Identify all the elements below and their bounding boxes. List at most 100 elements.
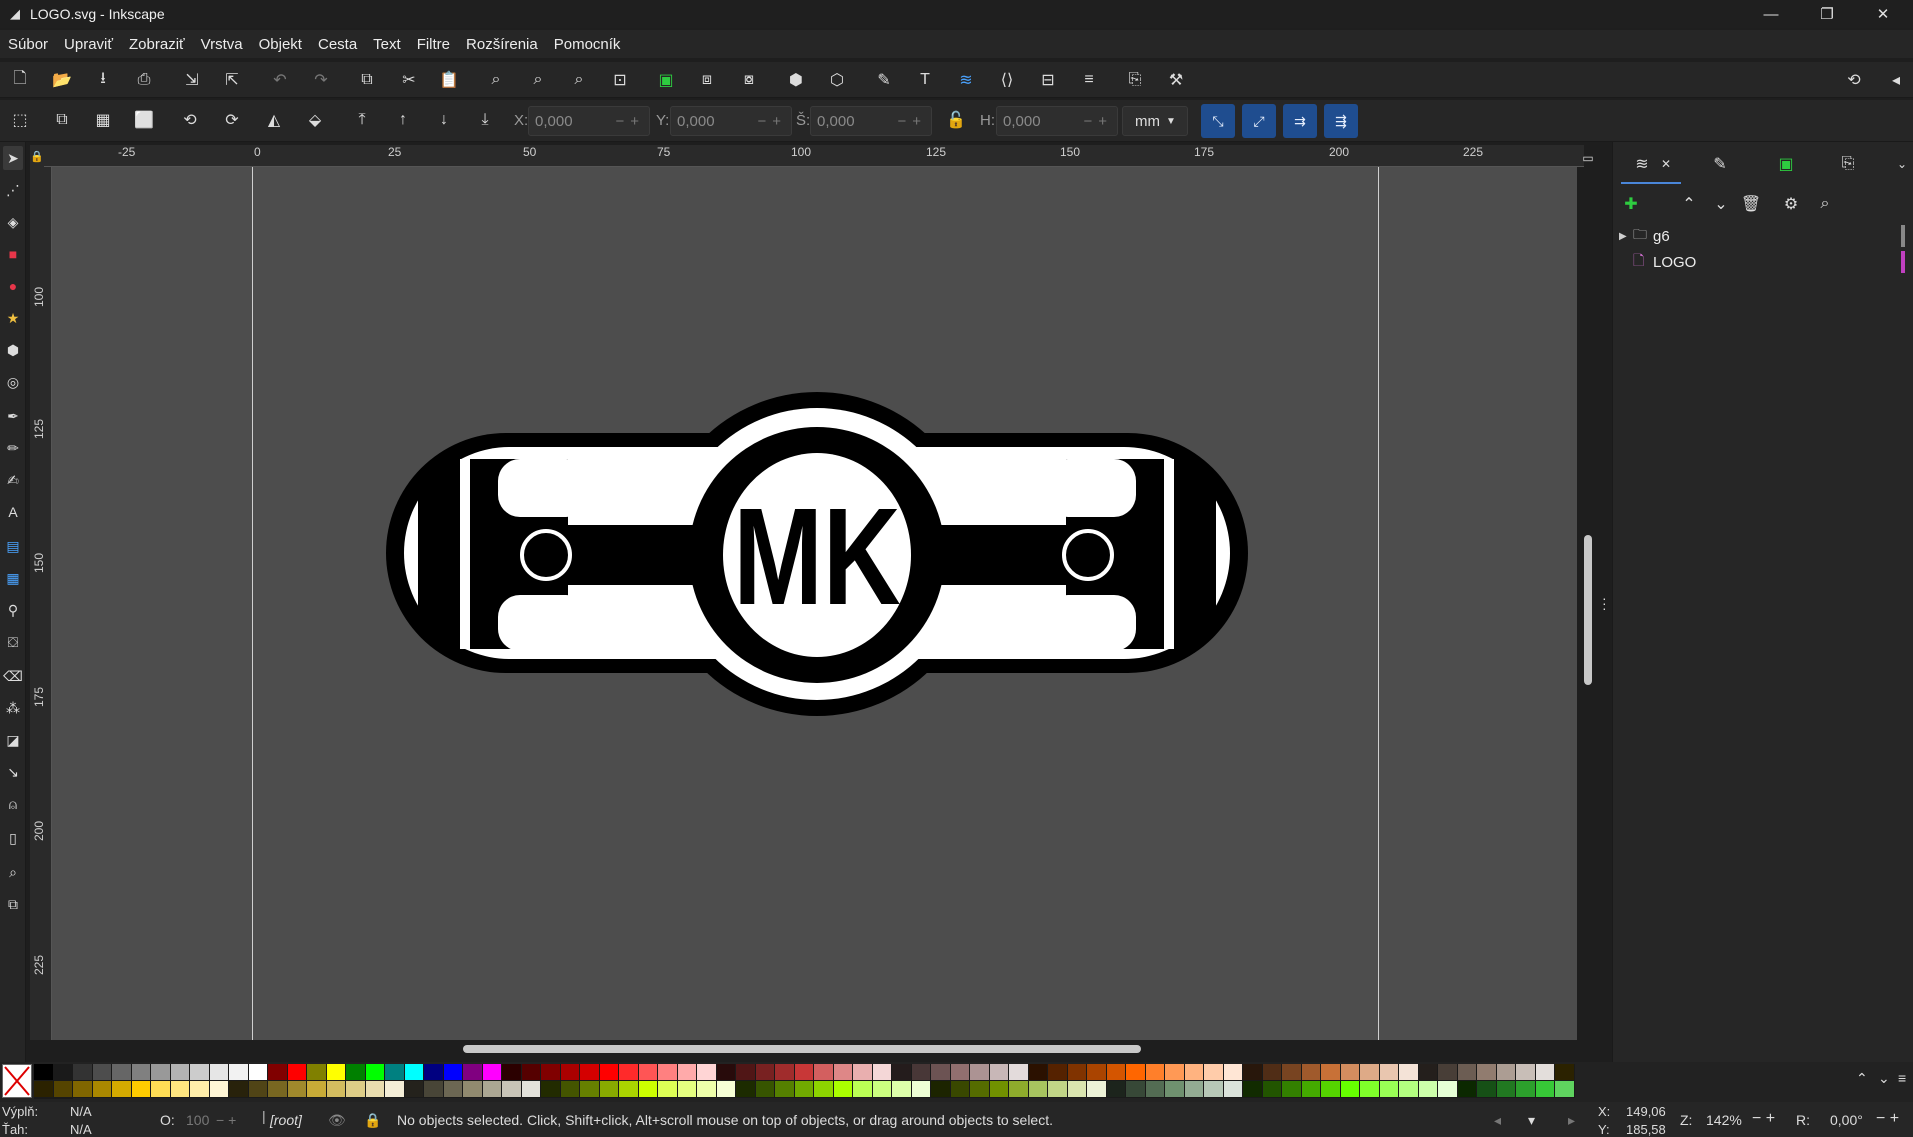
calligraphy-tool-icon[interactable]: ✍	[3, 468, 23, 492]
color-swatch[interactable]	[541, 1064, 561, 1081]
color-swatch[interactable]	[502, 1064, 522, 1081]
color-swatch[interactable]	[1496, 1064, 1516, 1081]
opacity-value[interactable]: 100	[186, 1112, 209, 1128]
undo-icon[interactable]: ↶	[266, 66, 294, 94]
selector-tool-icon[interactable]: ➤	[3, 146, 23, 170]
color-swatch[interactable]	[346, 1081, 366, 1098]
redo-icon[interactable]: ↷	[307, 66, 335, 94]
deselect-icon[interactable]: ▦	[89, 106, 117, 134]
snap-toggle-icon[interactable]: ⟲	[1840, 66, 1868, 94]
flip-vertical-icon[interactable]: ⬙	[301, 106, 329, 134]
color-swatch[interactable]	[443, 1081, 463, 1098]
color-swatch[interactable]	[1438, 1081, 1458, 1098]
color-swatch[interactable]	[1009, 1081, 1029, 1098]
color-swatch[interactable]	[1301, 1081, 1321, 1098]
box-3d-tool-icon[interactable]: ⬢	[3, 338, 23, 362]
minimize-button[interactable]: —	[1741, 0, 1801, 28]
color-swatch[interactable]	[1028, 1081, 1048, 1098]
clone-icon[interactable]: ⧈	[693, 66, 721, 94]
color-swatch[interactable]	[775, 1081, 795, 1098]
color-swatch[interactable]	[404, 1064, 424, 1081]
menu-view[interactable]: Zobraziť	[129, 36, 185, 53]
lower-icon[interactable]: ↓	[430, 106, 458, 134]
color-swatch[interactable]	[853, 1081, 873, 1098]
color-swatch[interactable]	[365, 1081, 385, 1098]
color-swatch[interactable]	[599, 1081, 619, 1098]
lock-proportions-icon[interactable]: 🔓	[942, 106, 970, 134]
flip-horizontal-icon[interactable]: ◭	[260, 106, 288, 134]
color-swatch[interactable]	[892, 1081, 912, 1098]
eraser-tool-icon[interactable]: ⌫	[3, 664, 23, 688]
pages-list-tool-icon[interactable]: ⧉	[3, 892, 23, 916]
palette-scroll-down-icon[interactable]: ⌄	[1878, 1070, 1890, 1087]
color-swatch[interactable]	[112, 1081, 132, 1098]
color-swatch[interactable]	[1067, 1081, 1087, 1098]
page-select-icon[interactable]: ▾	[1528, 1112, 1535, 1129]
color-swatch[interactable]	[1360, 1081, 1380, 1098]
close-tab-icon[interactable]: ✕	[1653, 152, 1679, 176]
color-swatch[interactable]	[307, 1064, 327, 1081]
color-swatch[interactable]	[1126, 1081, 1146, 1098]
color-swatch[interactable]	[1028, 1064, 1048, 1081]
color-swatch[interactable]	[268, 1081, 288, 1098]
color-swatch[interactable]	[1477, 1064, 1497, 1081]
document-properties-icon[interactable]: ⎘	[1121, 66, 1149, 94]
rotation-value[interactable]: 0,00°	[1830, 1112, 1863, 1128]
node-tool-icon[interactable]: ⋰	[3, 178, 23, 202]
color-swatch[interactable]	[1438, 1064, 1458, 1081]
color-swatch[interactable]	[463, 1064, 483, 1081]
zoom-selection-icon[interactable]: ⌕	[482, 66, 510, 94]
color-swatch[interactable]	[521, 1064, 541, 1081]
menu-help[interactable]: Pomocník	[554, 36, 621, 53]
height-field[interactable]: 0,000 −+	[996, 106, 1118, 136]
color-swatch[interactable]	[34, 1064, 54, 1081]
color-swatch[interactable]	[170, 1064, 190, 1081]
color-swatch[interactable]	[755, 1064, 775, 1081]
color-swatch[interactable]	[736, 1081, 756, 1098]
unlink-clone-icon[interactable]: ⧇	[735, 66, 763, 94]
color-swatch[interactable]	[326, 1081, 346, 1098]
color-swatch[interactable]	[1535, 1064, 1555, 1081]
chevron-down-icon[interactable]: ⌄	[1889, 152, 1913, 176]
vertical-scrollbar[interactable]	[1584, 535, 1592, 685]
color-swatch[interactable]	[209, 1081, 229, 1098]
color-swatch[interactable]	[190, 1064, 210, 1081]
color-swatch[interactable]	[287, 1081, 307, 1098]
import-icon[interactable]: ⇲	[178, 66, 206, 94]
visibility-eye-icon[interactable]: 👁	[328, 1112, 346, 1129]
rectangle-tool-icon[interactable]: ■	[3, 242, 23, 266]
measure-tool-icon[interactable]: ⍝	[3, 792, 23, 816]
color-swatch[interactable]	[1516, 1064, 1536, 1081]
color-swatch[interactable]	[53, 1081, 73, 1098]
mesh-tool-icon[interactable]: ▦	[3, 566, 23, 590]
color-swatch[interactable]	[970, 1081, 990, 1098]
layer-row-g6[interactable]: ▶ 🗀 g6	[1613, 224, 1905, 248]
color-swatch[interactable]	[404, 1081, 424, 1098]
color-swatch[interactable]	[736, 1064, 756, 1081]
menu-layer[interactable]: Vrstva	[201, 36, 243, 53]
color-swatch[interactable]	[1282, 1064, 1302, 1081]
text-tool-icon[interactable]: A	[3, 500, 23, 524]
transform-gradients-icon[interactable]: ⇉	[1283, 104, 1317, 138]
color-swatch[interactable]	[1165, 1064, 1185, 1081]
collapse-bar-icon[interactable]: ◂	[1882, 66, 1910, 94]
color-swatch[interactable]	[1477, 1081, 1497, 1098]
x-field[interactable]: 0,000 −+	[528, 106, 650, 136]
drawing-canvas[interactable]: MK	[52, 167, 1577, 1040]
color-swatch[interactable]	[1360, 1064, 1380, 1081]
zoom-tool-icon[interactable]: ⌕	[3, 860, 23, 884]
color-swatch[interactable]	[170, 1081, 190, 1098]
y-field[interactable]: 0,000 −+	[670, 106, 792, 136]
color-swatch[interactable]	[53, 1064, 73, 1081]
spray-tool-icon[interactable]: ⁂	[3, 696, 23, 720]
color-swatch[interactable]	[1243, 1081, 1263, 1098]
width-stepper-icon[interactable]: −+	[897, 113, 927, 130]
color-swatch[interactable]	[443, 1064, 463, 1081]
stroke-value[interactable]: N/A	[70, 1122, 92, 1137]
color-swatch[interactable]	[1321, 1081, 1341, 1098]
color-swatch[interactable]	[541, 1081, 561, 1098]
color-swatch[interactable]	[73, 1081, 93, 1098]
color-swatch[interactable]	[424, 1081, 444, 1098]
menu-file[interactable]: Súbor	[8, 36, 48, 53]
pen-tool-icon[interactable]: ✒	[3, 404, 23, 428]
